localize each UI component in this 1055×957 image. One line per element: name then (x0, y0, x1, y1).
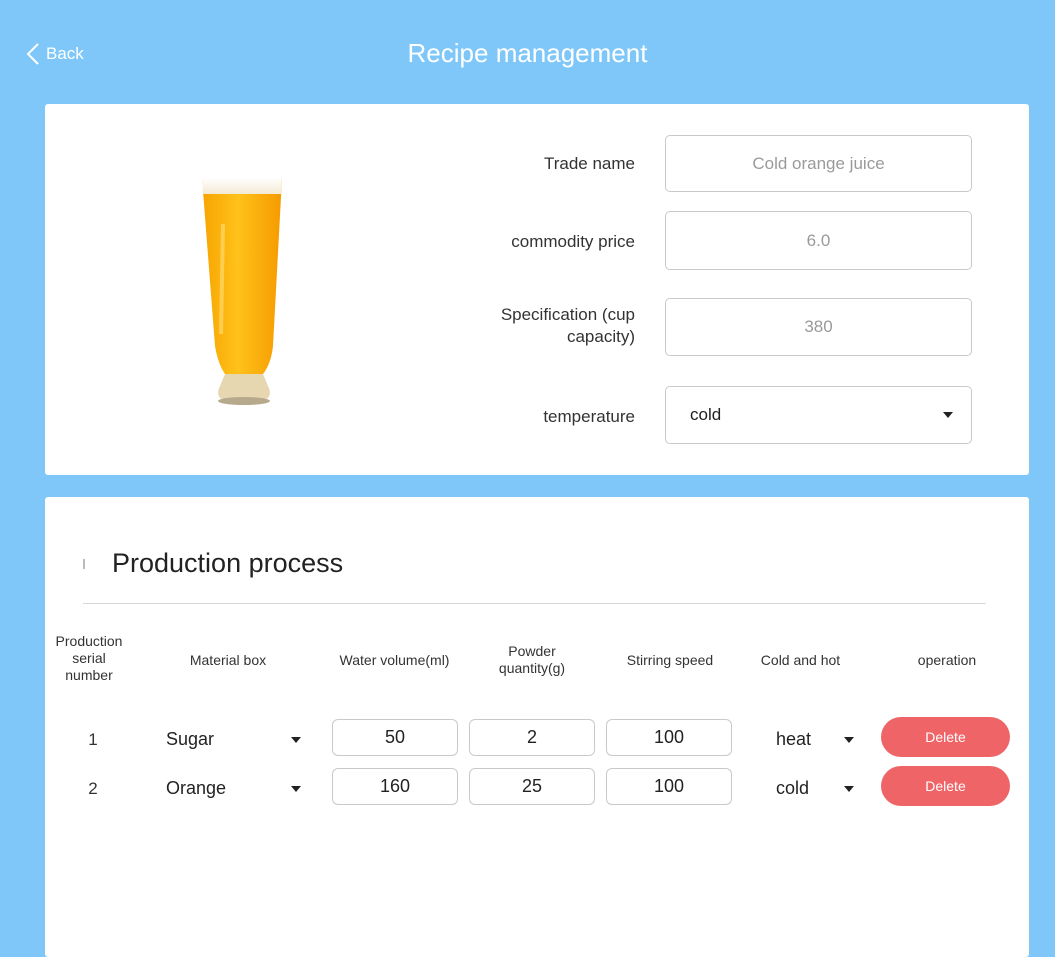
header-powder-line1: Powder (508, 643, 556, 659)
temperature-value: heat (776, 729, 812, 749)
stirring-speed-input[interactable]: 100 (606, 719, 732, 756)
page-title: Recipe management (407, 38, 648, 68)
header-material-box: Material box (189, 652, 267, 668)
temperature-label: temperature (543, 407, 635, 426)
temperature-select[interactable]: heat (776, 729, 854, 750)
spec-label: Specification (cup capacity) (501, 304, 635, 348)
stirring-speed-input[interactable]: 100 (606, 768, 732, 805)
product-card: Trade name Cold orange juice commodity p… (45, 104, 1029, 475)
header-powder-quantity: Powder quantity(g) (477, 643, 587, 677)
orange-juice-glass-icon (202, 178, 282, 405)
spec-label-line2: capacity) (566, 327, 635, 346)
section-marker (83, 559, 85, 569)
temperature-select[interactable]: cold (665, 386, 972, 444)
temperature-value: cold (776, 778, 810, 798)
temperature-value: cold (690, 405, 722, 424)
top-bar: Back Recipe management (0, 0, 1055, 104)
powder-quantity-input[interactable]: 2 (469, 719, 595, 756)
header-serial: Production serial number (44, 633, 134, 684)
price-input[interactable]: 6.0 (665, 211, 972, 270)
water-volume-input[interactable]: 160 (332, 768, 458, 805)
temperature-select[interactable]: cold (776, 778, 854, 799)
material-value: Sugar (166, 729, 215, 749)
trade-name-label: Trade name (543, 154, 635, 173)
header-powder-line2: quantity(g) (498, 660, 566, 676)
header-cold-and-hot: Cold and hot (760, 652, 841, 668)
caret-down-icon (291, 736, 301, 743)
water-volume-input[interactable]: 50 (332, 719, 458, 756)
caret-down-icon (844, 785, 854, 792)
delete-button[interactable]: Delete (881, 766, 1010, 806)
section-title: Production process (112, 548, 344, 578)
trade-name-input[interactable]: Cold orange juice (665, 135, 972, 192)
material-select[interactable]: Sugar (166, 729, 301, 750)
material-value: Orange (166, 778, 227, 798)
header-serial-line1: Production (55, 633, 123, 649)
spec-input[interactable]: 380 (665, 298, 972, 356)
caret-down-icon (844, 736, 854, 743)
caret-down-icon (291, 785, 301, 792)
header-serial-line2: serial (72, 650, 106, 666)
header-water-volume: Water volume(ml) (339, 652, 450, 668)
section-divider (83, 603, 986, 604)
row-serial: 2 (88, 779, 98, 798)
powder-quantity-input[interactable]: 25 (469, 768, 595, 805)
price-label: commodity price (511, 232, 635, 251)
row-serial: 1 (88, 730, 98, 749)
header-stirring-speed: Stirring speed (626, 652, 714, 668)
process-card: Production process Production serial num… (45, 497, 1029, 957)
delete-button[interactable]: Delete (881, 717, 1010, 757)
spec-label-line1: Specification (cup (500, 305, 635, 324)
caret-down-icon (943, 412, 953, 418)
header-operation: operation (917, 652, 977, 668)
material-select[interactable]: Orange (166, 778, 301, 799)
header-serial-line3: number (65, 667, 113, 683)
